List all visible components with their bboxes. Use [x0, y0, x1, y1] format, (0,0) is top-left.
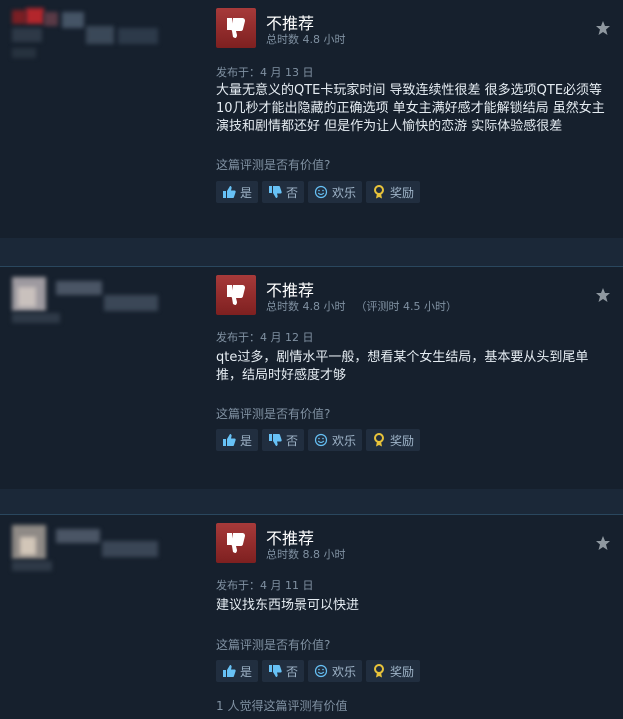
posted-date: 发布于：4 月 11 日	[216, 579, 314, 592]
found-helpful-count: 1 人觉得这篇评测有价值	[216, 699, 348, 713]
award-label: 奖励	[390, 433, 415, 448]
review-text: 大量无意义的QTE卡玩家时间 导致连续性很差 很多选项QTE必须等10几秒才能出…	[216, 83, 605, 134]
yes-label: 是	[240, 433, 253, 448]
helpful-question: 这篇评测是否有价值?	[216, 638, 331, 652]
vote-yes-button[interactable]: 是	[216, 181, 259, 203]
playtime: 总时数 4.8 小时 （评测时 4.5 小时）	[266, 298, 457, 314]
hours-total: 总时数 8.8 小时	[266, 548, 346, 561]
hours-total: 总时数 4.8 小时	[266, 300, 346, 313]
vote-no-button[interactable]: 否	[262, 660, 305, 682]
vote-yes-button[interactable]: 是	[216, 429, 259, 451]
thumbs-down-icon	[216, 8, 256, 48]
smiley-icon	[314, 433, 328, 447]
award-label: 奖励	[390, 664, 415, 679]
helpful-question: 这篇评测是否有价值?	[216, 407, 331, 421]
award-medal-icon	[374, 433, 385, 447]
award-star-icon[interactable]	[595, 20, 611, 40]
award-medal-icon	[374, 664, 385, 678]
award-button[interactable]: 奖励	[366, 429, 421, 451]
vote-funny-button[interactable]: 欢乐	[308, 181, 363, 203]
funny-label: 欢乐	[332, 185, 357, 200]
author-avatar-blurred[interactable]	[8, 6, 168, 66]
vote-no-button[interactable]: 否	[262, 181, 305, 203]
yes-label: 是	[240, 185, 253, 200]
review-card: 不推荐 总时数 4.8 小时 （评测时 4.5 小时） 发布于：4 月 12 日 …	[0, 266, 623, 489]
vote-funny-button[interactable]: 欢乐	[308, 660, 363, 682]
playtime: 总时数 4.8 小时	[266, 31, 346, 47]
author-avatar-blurred[interactable]	[8, 521, 168, 581]
vote-no-button[interactable]: 否	[262, 429, 305, 451]
helpful-question: 这篇评测是否有价值?	[216, 158, 331, 172]
vote-funny-button[interactable]: 欢乐	[308, 429, 363, 451]
funny-label: 欢乐	[332, 664, 357, 679]
smiley-icon	[314, 664, 328, 678]
author-avatar-blurred[interactable]	[8, 273, 168, 333]
funny-label: 欢乐	[332, 433, 357, 448]
playtime: 总时数 8.8 小时	[266, 546, 346, 562]
thumbs-down-icon	[216, 275, 256, 315]
review-card: 不推荐 总时数 8.8 小时 发布于：4 月 11 日 建议找东西场景可以快进 …	[0, 514, 623, 719]
review-card: 不推荐 总时数 4.8 小时 发布于：4 月 13 日 大量无意义的QTE卡玩家…	[0, 0, 623, 238]
thumbs-down-icon	[269, 665, 282, 677]
review-text: 建议找东西场景可以快进	[216, 598, 360, 613]
hours-at-review: （评测时 4.5 小时）	[355, 300, 458, 313]
thumbs-down-icon	[269, 186, 282, 198]
thumbs-down-icon	[269, 434, 282, 446]
thumbs-up-icon	[223, 186, 236, 198]
smiley-icon	[314, 185, 328, 199]
award-button[interactable]: 奖励	[366, 181, 421, 203]
rating-buttons: 是 否 欢乐 奖励	[216, 660, 421, 682]
no-label: 否	[286, 664, 299, 679]
award-medal-icon	[374, 185, 385, 199]
yes-label: 是	[240, 664, 253, 679]
no-label: 否	[286, 433, 299, 448]
award-star-icon[interactable]	[595, 287, 611, 307]
posted-date: 发布于：4 月 12 日	[216, 331, 314, 344]
review-text: qte过多，剧情水平一般，想看某个女生结局，基本要从头到尾单推，结局时好感度才够	[216, 350, 589, 383]
hours-total: 总时数 4.8 小时	[266, 33, 346, 46]
rating-buttons: 是 否 欢乐 奖励	[216, 429, 421, 451]
vote-yes-button[interactable]: 是	[216, 660, 259, 682]
thumbs-down-icon	[216, 523, 256, 563]
no-label: 否	[286, 185, 299, 200]
thumbs-up-icon	[223, 434, 236, 446]
award-button[interactable]: 奖励	[366, 660, 421, 682]
thumbs-up-icon	[223, 665, 236, 677]
posted-date: 发布于：4 月 13 日	[216, 66, 314, 79]
award-star-icon[interactable]	[595, 535, 611, 555]
award-label: 奖励	[390, 185, 415, 200]
rating-buttons: 是 否 欢乐 奖励	[216, 181, 421, 203]
